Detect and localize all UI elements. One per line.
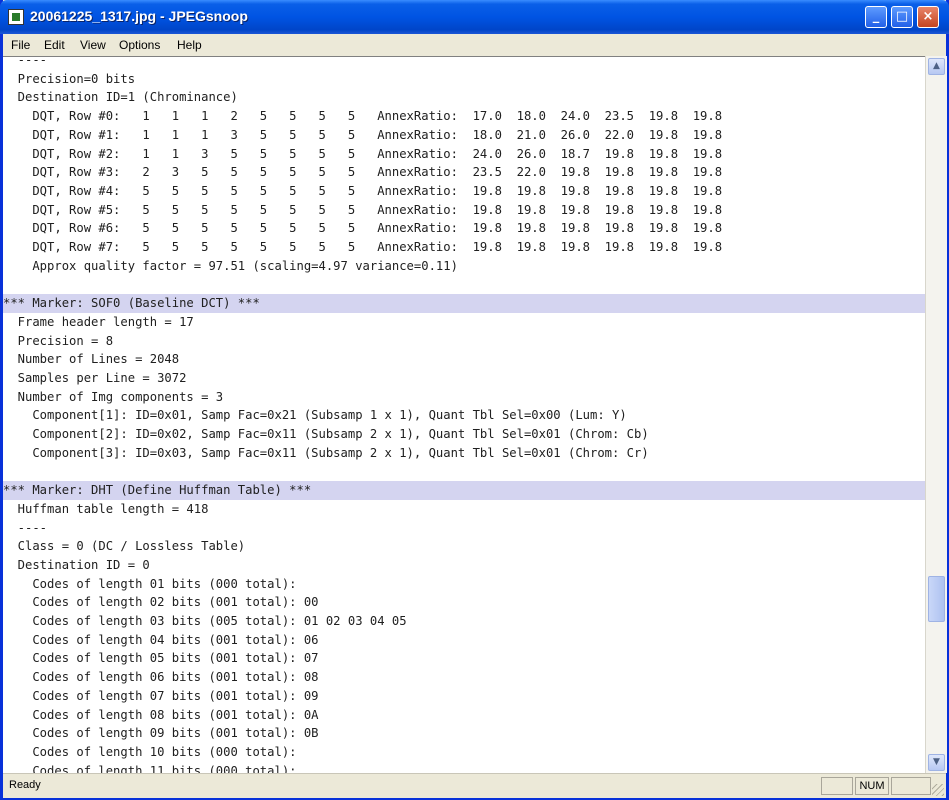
status-panel-scrl xyxy=(891,777,931,795)
scroll-down-arrow-icon[interactable]: ▼ xyxy=(928,754,945,771)
marker-header-line: *** Marker: SOF0 (Baseline DCT) *** xyxy=(3,294,925,313)
scroll-thumb[interactable] xyxy=(928,576,945,622)
status-panel-empty xyxy=(821,777,853,795)
log-line: Codes of length 05 bits (001 total): 07 xyxy=(3,651,319,666)
app-icon[interactable] xyxy=(8,9,24,25)
log-line: Destination ID = 0 xyxy=(3,557,150,572)
log-line: DQT, Row #5: 5 5 5 5 5 5 5 5 AnnexRatio:… xyxy=(3,202,723,217)
log-line: Destination ID=1 (Chrominance) xyxy=(3,90,238,105)
log-line: Codes of length 10 bits (000 total): xyxy=(3,744,297,759)
log-line: Approx quality factor = 97.51 (scaling=4… xyxy=(3,258,458,273)
log-line: Codes of length 07 bits (001 total): 09 xyxy=(3,688,319,703)
log-line: DQT, Row #2: 1 1 3 5 5 5 5 5 AnnexRatio:… xyxy=(3,146,723,161)
menu-bar: File Edit View Options Help xyxy=(3,34,946,57)
log-line: Component[2]: ID=0x02, Samp Fac=0x11 (Su… xyxy=(3,427,649,441)
menu-view[interactable]: View xyxy=(80,38,106,52)
menu-help[interactable]: Help xyxy=(177,38,202,52)
menu-options[interactable]: Options xyxy=(119,38,160,52)
app-window: 20061225_1317.jpg - JPEGsnoop _ □ × File… xyxy=(0,0,949,800)
log-line: DQT, Row #0: 1 1 1 2 5 5 5 5 AnnexRatio:… xyxy=(3,109,723,124)
log-line: DQT, Row #4: 5 5 5 5 5 5 5 5 AnnexRatio:… xyxy=(3,183,723,198)
log-line: Codes of length 04 bits (001 total): 06 xyxy=(3,632,319,647)
minimize-button[interactable]: _ xyxy=(865,6,887,28)
log-line: Codes of length 02 bits (001 total): 00 xyxy=(3,595,319,610)
log-line: Precision = 8 xyxy=(3,333,114,348)
menu-edit[interactable]: Edit xyxy=(44,38,65,52)
log-line: Precision=0 bits xyxy=(3,71,136,86)
log-line: Codes of length 01 bits (000 total): xyxy=(3,576,297,591)
title-bar[interactable]: 20061225_1317.jpg - JPEGsnoop _ □ × xyxy=(0,0,949,34)
log-line: Codes of length 06 bits (001 total): 08 xyxy=(3,670,319,685)
log-line: Component[3]: ID=0x03, Samp Fac=0x11 (Su… xyxy=(3,445,649,460)
status-num-indicator: NUM xyxy=(855,777,889,795)
log-output-area[interactable]: ---- Precision=0 bits Destination ID=1 (… xyxy=(3,56,925,774)
log-line: Number of Img components = 3 xyxy=(3,389,224,404)
resize-grip-icon[interactable] xyxy=(932,784,944,796)
marker-header-line: *** Marker: DHT (Define Huffman Table) *… xyxy=(3,481,925,500)
log-line: Number of Lines = 2048 xyxy=(3,352,180,367)
log-line: DQT, Row #6: 5 5 5 5 5 5 5 5 AnnexRatio:… xyxy=(3,221,723,236)
log-line: ---- xyxy=(3,56,48,67)
log-line: Component[1]: ID=0x01, Samp Fac=0x21 (Su… xyxy=(3,408,627,423)
log-line: DQT, Row #1: 1 1 1 3 5 5 5 5 AnnexRatio:… xyxy=(3,127,723,142)
log-line: DQT, Row #7: 5 5 5 5 5 5 5 5 AnnexRatio:… xyxy=(3,240,723,254)
log-line: DQT, Row #3: 2 3 5 5 5 5 5 5 AnnexRatio:… xyxy=(3,165,723,180)
status-text: Ready xyxy=(9,779,41,791)
log-line: Huffman table length = 418 xyxy=(3,501,209,516)
maximize-button[interactable]: □ xyxy=(891,6,913,28)
log-line: Class = 0 (DC / Lossless Table) xyxy=(3,539,246,554)
scroll-up-arrow-icon[interactable]: ▲ xyxy=(928,58,945,75)
log-line: Codes of length 08 bits (001 total): 0A xyxy=(3,707,319,722)
log-line: Frame header length = 17 xyxy=(3,314,194,329)
vertical-scrollbar[interactable]: ▲ ▼ xyxy=(925,56,947,773)
log-line: Codes of length 03 bits (005 total): 01 … xyxy=(3,614,407,628)
status-bar: Ready NUM xyxy=(3,773,946,798)
close-button[interactable]: × xyxy=(917,6,939,28)
log-line: Codes of length 09 bits (001 total): 0B xyxy=(3,726,319,741)
window-title: 20061225_1317.jpg - JPEGsnoop xyxy=(30,8,248,24)
log-line: Samples per Line = 3072 xyxy=(3,370,187,385)
menu-file[interactable]: File xyxy=(11,38,30,52)
log-line: ---- xyxy=(3,520,48,535)
